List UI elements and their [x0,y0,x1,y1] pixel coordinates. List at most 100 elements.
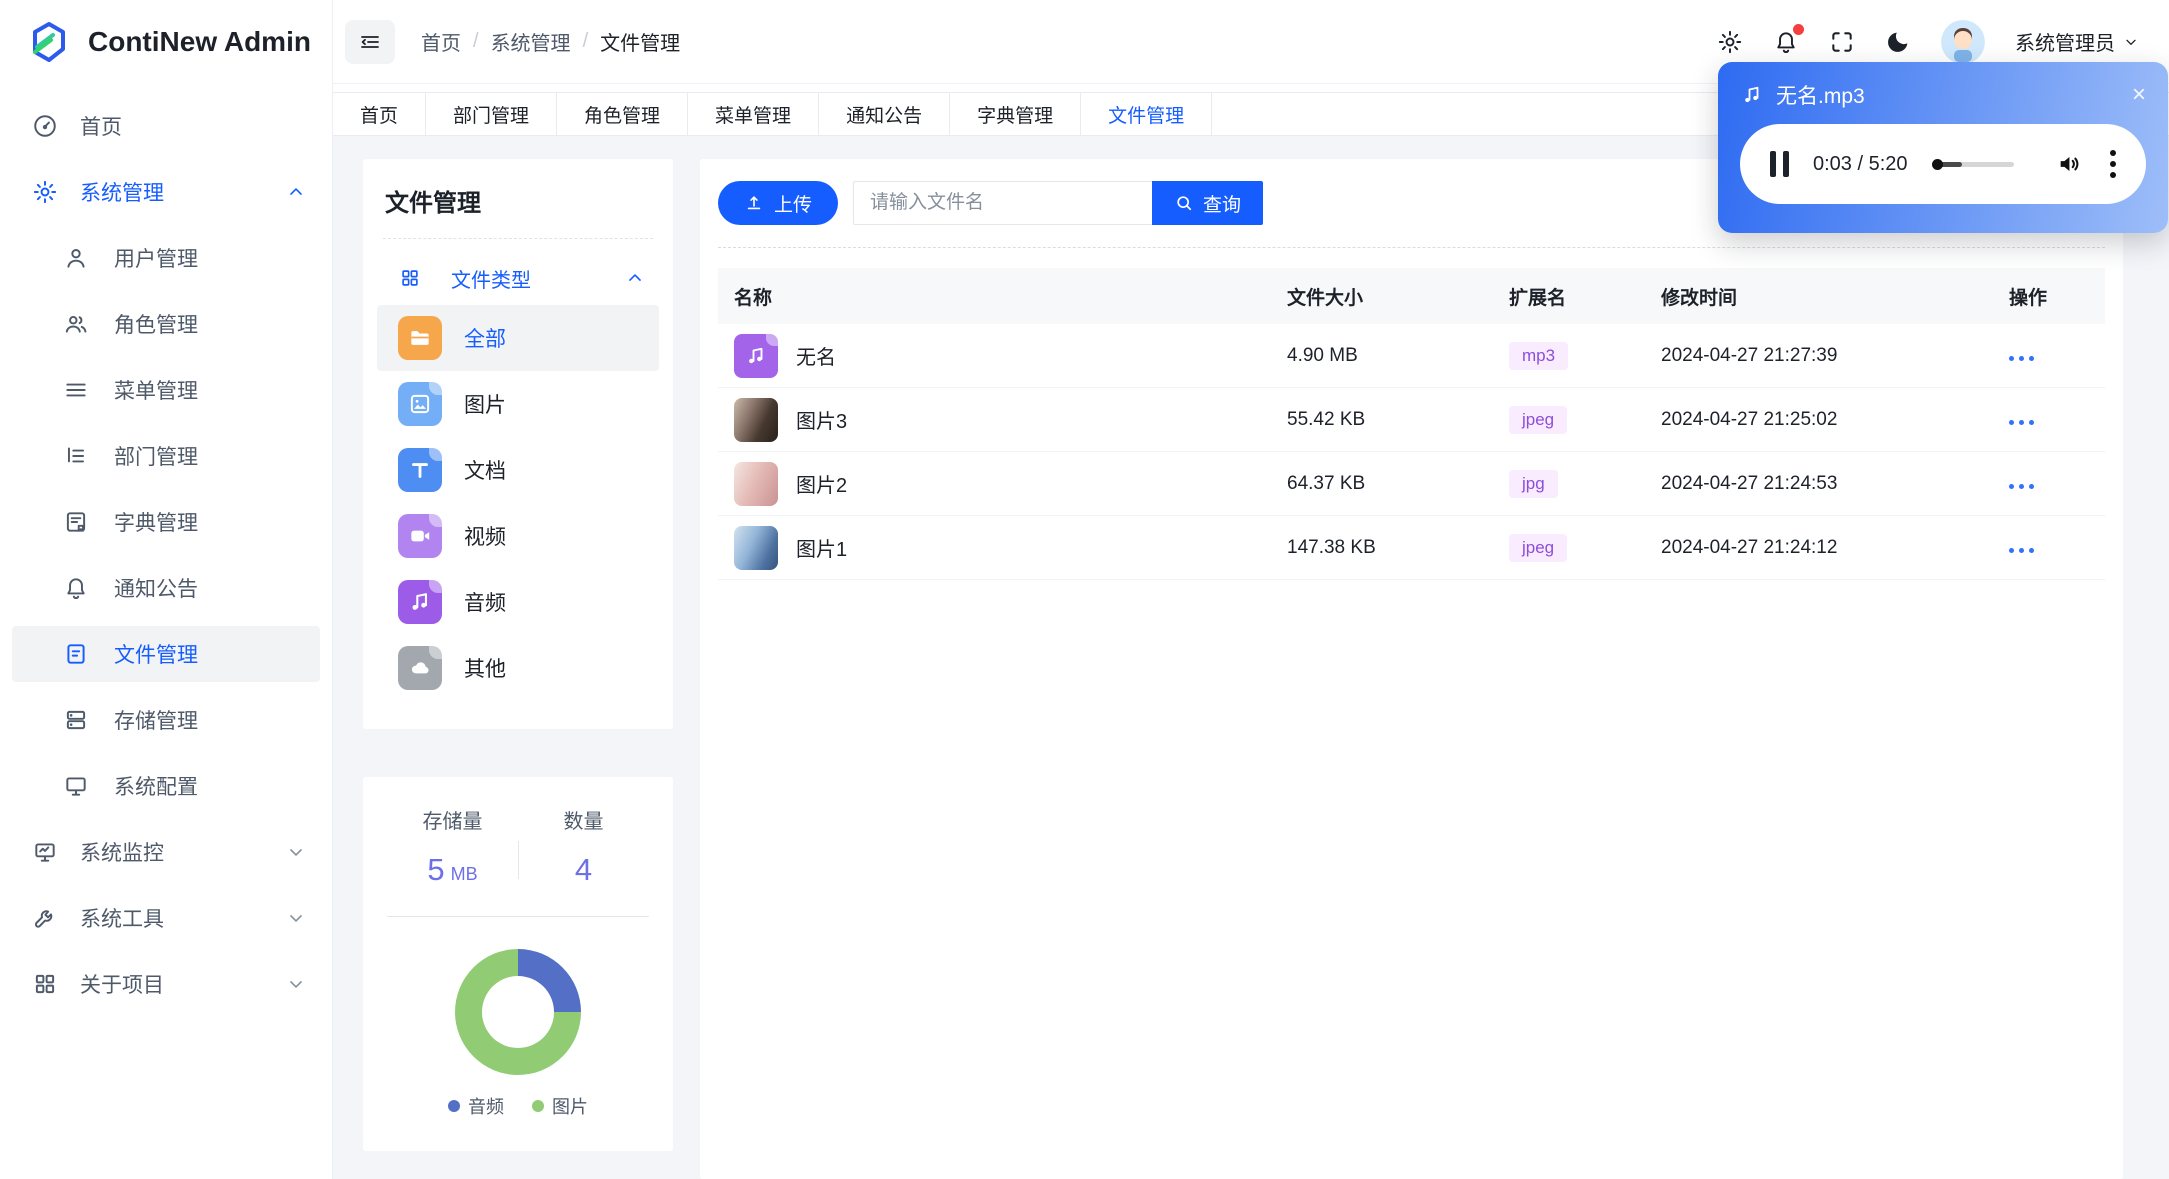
sidebar-item-system-tools[interactable]: 系统工具 [12,890,320,946]
file-type-all[interactable]: 全部 [377,305,659,371]
ext-badge: mp3 [1509,341,1569,370]
tab-notice[interactable]: 通知公告 [819,93,951,135]
avatar-image [1941,19,1985,64]
grid-icon [35,974,55,994]
tab-label: 菜单管理 [715,105,792,127]
storage-icon [66,710,86,730]
player-header: 无名.mp3 × [1740,80,2146,110]
sidebar-item-dictionary-management[interactable]: 字典管理 [12,494,320,550]
sidebar-item-department-management[interactable]: 部门管理 [12,428,320,484]
users-icon [65,315,87,333]
legend-item-image[interactable]: 图片 [532,1093,588,1119]
breadcrumb-separator: / [582,30,589,52]
file-type-group-header[interactable]: 文件类型 [377,251,659,305]
row-actions-button[interactable] [2009,414,2105,425]
logo-row[interactable]: ContiNew Admin [0,0,332,84]
file-name: 图片2 [796,475,848,497]
sidebar-item-role-management[interactable]: 角色管理 [12,296,320,352]
tab-label: 字典管理 [977,105,1054,127]
sidebar-item-system-management[interactable]: 系统管理 [12,164,320,220]
legend-item-audio[interactable]: 音频 [448,1093,504,1119]
sidebar-item-home[interactable]: 首页 [12,98,320,154]
monitor-chart-icon [35,843,55,862]
audio-player-popup: 无名.mp3 × 0:03 / 5:20 [1718,62,2168,233]
breadcrumb-item[interactable]: 系统管理 [491,27,571,56]
file-type-label: 图片 [464,394,506,417]
sidebar-item-system-monitor[interactable]: 系统监控 [12,824,320,880]
avatar[interactable] [1941,19,1985,64]
file-name: 无名 [796,347,836,369]
tab-label: 文件管理 [1108,105,1185,127]
menu-lines-icon [66,383,86,397]
sidebar-item-about-project[interactable]: 关于项目 [12,956,320,1012]
sidebar-item-file-management[interactable]: 文件管理 [12,626,320,682]
row-actions-button[interactable] [2009,350,2105,361]
file-type-other[interactable]: 其他 [377,635,659,701]
file-size: 55.42 KB [1287,408,1366,430]
tab-label: 通知公告 [846,105,923,127]
row-actions-button[interactable] [2009,542,2105,553]
query-button[interactable]: 查询 [1152,181,1264,225]
legend-dot [532,1100,544,1112]
cloud-icon [398,646,442,690]
column-header-time: 修改时间 [1661,287,1738,309]
sidebar-item-label: 关于项目 [80,974,164,997]
moon-icon[interactable] [1885,29,1911,55]
kebab-menu-icon[interactable] [2110,150,2116,178]
progress-thumb[interactable] [1931,158,1943,170]
user-menu[interactable]: 系统管理员 [2015,27,2139,56]
row-actions-button[interactable] [2009,478,2105,489]
upload-button[interactable]: 上传 [718,181,839,225]
file-size: 147.38 KB [1287,536,1376,558]
search-input[interactable] [853,181,1154,225]
file-type-document[interactable]: 文档 [377,437,659,503]
sidebar-item-label: 部门管理 [114,446,198,469]
tab-dictionary[interactable]: 字典管理 [950,93,1082,135]
file-type-label: 视频 [464,526,506,549]
sidebar-item-storage-management[interactable]: 存储管理 [12,692,320,748]
tab-menu[interactable]: 菜单管理 [688,93,820,135]
chart-legend: 音频 图片 [448,1093,588,1119]
sidebar-collapse-button[interactable] [345,19,395,64]
progress-bar[interactable] [1931,158,2014,170]
horizontal-divider [387,916,649,917]
ext-badge: jpg [1509,469,1558,498]
table-row[interactable]: 图片2 64.37 KB jpg 2024-04-27 21:24:53 [718,452,2105,516]
file-name: 图片1 [796,539,848,561]
sidebar-item-notice[interactable]: 通知公告 [12,560,320,616]
volume-icon[interactable] [2056,150,2084,178]
file-type-video[interactable]: 视频 [377,503,659,569]
image-icon [398,382,442,426]
stat-storage: 存储量 5 MB [387,805,518,888]
close-icon[interactable]: × [2132,83,2146,107]
content-area: 文件管理 文件类型 全部 图片 文档 视频 音频 其他 存储量 5 MB 数量 … [333,136,2169,1179]
tab-file-management[interactable]: 文件管理 [1081,93,1213,135]
tab-role[interactable]: 角色管理 [557,93,689,135]
fullscreen-icon[interactable] [1829,29,1855,55]
user-icon [67,249,85,268]
file-type-audio[interactable]: 音频 [377,569,659,635]
tab-label: 首页 [360,105,399,127]
table-row[interactable]: 无名 4.90 MB mp3 2024-04-27 21:27:39 [718,324,2105,388]
sidebar-item-menu-management[interactable]: 菜单管理 [12,362,320,418]
notification-dot [1793,23,1804,35]
tab-department[interactable]: 部门管理 [426,93,558,135]
file-type-image[interactable]: 图片 [377,371,659,437]
audio-file-icon [734,333,778,378]
file-time: 2024-04-27 21:25:02 [1661,408,1838,430]
sidebar-item-user-management[interactable]: 用户管理 [12,230,320,286]
table-row[interactable]: 图片1 147.38 KB jpeg 2024-04-27 21:24:12 [718,516,2105,580]
notifications-button[interactable] [1773,23,1804,55]
table-row[interactable]: 图片3 55.42 KB jpeg 2024-04-27 21:25:02 [718,388,2105,452]
sidebar-item-label: 通知公告 [114,578,198,601]
search-group: 查询 [853,181,1264,225]
pause-button[interactable] [1770,151,1789,177]
wrench-icon [35,910,53,928]
gear-icon[interactable] [1717,29,1743,55]
tab-home[interactable]: 首页 [333,93,427,135]
sidebar-item-system-config[interactable]: 系统配置 [12,758,320,814]
stat-count: 数量 4 [518,805,649,888]
breadcrumb-item[interactable]: 首页 [421,27,461,56]
upload-icon [747,196,761,210]
stat-value: 5 [427,852,445,887]
